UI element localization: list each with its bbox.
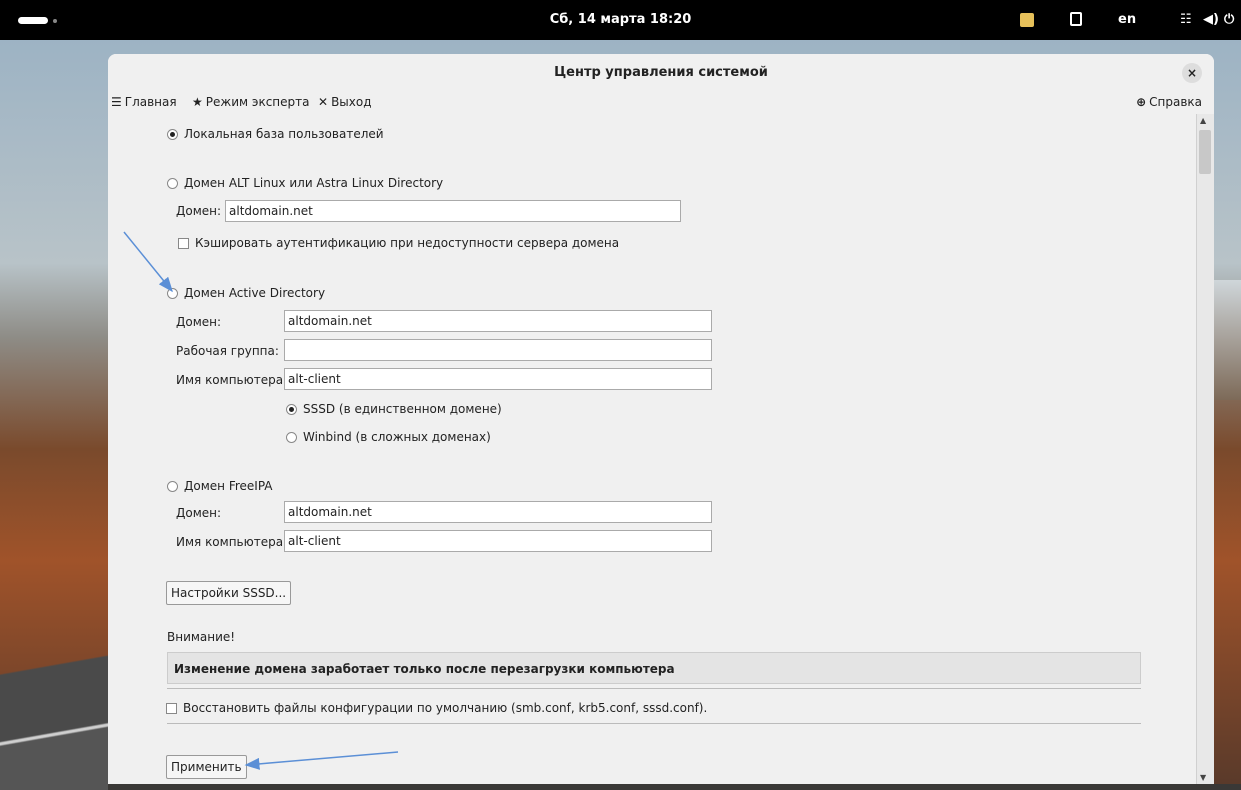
- ad-domain-label: Домен Active Directory: [184, 286, 326, 300]
- restore-config-checkbox[interactable]: [166, 703, 177, 714]
- alt-domain-input[interactable]: altdomain.net: [225, 200, 681, 222]
- ad-domain-radio[interactable]: [167, 288, 178, 299]
- power-icon[interactable]: ⏻: [1224, 11, 1234, 29]
- freeipa-hostname-input[interactable]: alt-client: [284, 530, 712, 552]
- control-center-window: Центр управления системой × ☰ Главная ★ Ре…: [108, 54, 1214, 784]
- warning-message: Изменение домена заработает только после…: [167, 652, 1141, 684]
- apply-button[interactable]: Применить: [166, 755, 247, 779]
- sssd-settings-button[interactable]: Настройки SSSD...: [166, 581, 292, 605]
- divider: [167, 688, 1141, 689]
- exit-label: Выход: [331, 95, 372, 109]
- freeipa-domain-input[interactable]: altdomain.net: [284, 501, 712, 523]
- ad-domain-field-label: Домен:: [176, 315, 222, 329]
- sssd-option[interactable]: SSSD (в единственном домене): [286, 402, 502, 416]
- cache-auth-checkbox[interactable]: [178, 238, 189, 249]
- alt-domain-label: Домен ALT Linux или Astra Linux Director…: [184, 176, 444, 190]
- restore-config-option[interactable]: Восстановить файлы конфигурации по умолч…: [166, 701, 707, 715]
- winbind-radio[interactable]: [286, 432, 297, 443]
- workgroup-field-label: Рабочая группа:: [176, 344, 279, 358]
- window-title: Центр управления системой: [554, 65, 768, 80]
- freeipa-domain-label: Домен FreeIPA: [184, 479, 273, 493]
- auth-settings-panel: Локальная база пользователей Домен ALT L…: [108, 114, 1196, 784]
- keyboard-layout-indicator[interactable]: en: [1118, 11, 1136, 29]
- freeipa-domain-option[interactable]: Домен FreeIPA: [167, 479, 273, 493]
- road-scenery: [0, 640, 108, 790]
- scrollbar-thumb[interactable]: [1199, 130, 1211, 174]
- help-icon: ⊕: [1136, 95, 1147, 109]
- help-label: Справка: [1149, 95, 1202, 109]
- cache-auth-label: Кэшировать аутентификацию при недоступно…: [195, 236, 620, 250]
- toolbar: ☰ Главная ★ Режим эксперта ✕ Выход ⊕ Справка: [108, 92, 1214, 114]
- local-users-option[interactable]: Локальная база пользователей: [167, 127, 384, 141]
- winbind-label: Winbind (в сложных доменах): [303, 430, 491, 444]
- ad-hostname-input[interactable]: alt-client: [284, 368, 712, 390]
- vertical-scrollbar[interactable]: ▲ ▼: [1196, 114, 1214, 784]
- home-button[interactable]: ☰ Главная: [111, 95, 177, 109]
- freeipa-domain-field-label: Домен:: [176, 506, 222, 520]
- app-indicator-icon[interactable]: [1020, 13, 1034, 27]
- restore-config-label: Восстановить файлы конфигурации по умолч…: [183, 701, 708, 715]
- clock[interactable]: Сб, 14 марта 18:20: [0, 0, 1241, 40]
- exit-icon: ✕: [318, 95, 329, 109]
- ad-hostname-field-label: Имя компьютера:: [176, 373, 288, 387]
- cache-auth-option[interactable]: Кэшировать аутентификацию при недоступно…: [178, 236, 619, 250]
- alt-domain-field-label: Домен:: [176, 204, 222, 218]
- mountain-scenery: [1211, 280, 1241, 400]
- expert-mode-button[interactable]: ★ Режим эксперта: [192, 95, 309, 109]
- network-icon[interactable]: ☷: [1180, 11, 1192, 29]
- scroll-up-icon[interactable]: ▲: [1200, 116, 1206, 125]
- volume-icon[interactable]: ◀): [1203, 11, 1219, 29]
- divider: [167, 723, 1141, 724]
- alt-domain-option[interactable]: Домен ALT Linux или Astra Linux Director…: [167, 176, 443, 190]
- list-icon: ☰: [111, 95, 122, 109]
- close-button[interactable]: ×: [1182, 63, 1202, 83]
- sssd-label: SSSD (в единственном домене): [303, 402, 502, 416]
- alt-domain-radio[interactable]: [167, 178, 178, 189]
- workgroup-input[interactable]: [284, 339, 712, 361]
- freeipa-domain-radio[interactable]: [167, 481, 178, 492]
- star-icon: ★: [192, 95, 203, 109]
- exit-button[interactable]: ✕ Выход: [318, 95, 372, 109]
- winbind-option[interactable]: Winbind (в сложных доменах): [286, 430, 491, 444]
- ad-domain-option[interactable]: Домен Active Directory: [167, 286, 325, 300]
- top-panel: Сб, 14 марта 18:20 en ☷ ◀) ⏻: [0, 0, 1241, 40]
- help-button[interactable]: ⊕ Справка: [1136, 95, 1202, 109]
- expert-label: Режим эксперта: [205, 95, 310, 109]
- freeipa-hostname-field-label: Имя компьютера:: [176, 535, 288, 549]
- warning-title: Внимание!: [167, 630, 236, 644]
- sssd-radio[interactable]: [286, 404, 297, 415]
- home-label: Главная: [124, 95, 177, 109]
- local-users-radio[interactable]: [167, 129, 178, 140]
- window-titlebar: Центр управления системой ×: [108, 54, 1214, 92]
- ad-domain-input[interactable]: altdomain.net: [284, 310, 712, 332]
- scroll-down-icon[interactable]: ▼: [1200, 773, 1206, 782]
- clipboard-icon[interactable]: [1070, 12, 1082, 26]
- local-users-label: Локальная база пользователей: [184, 127, 384, 141]
